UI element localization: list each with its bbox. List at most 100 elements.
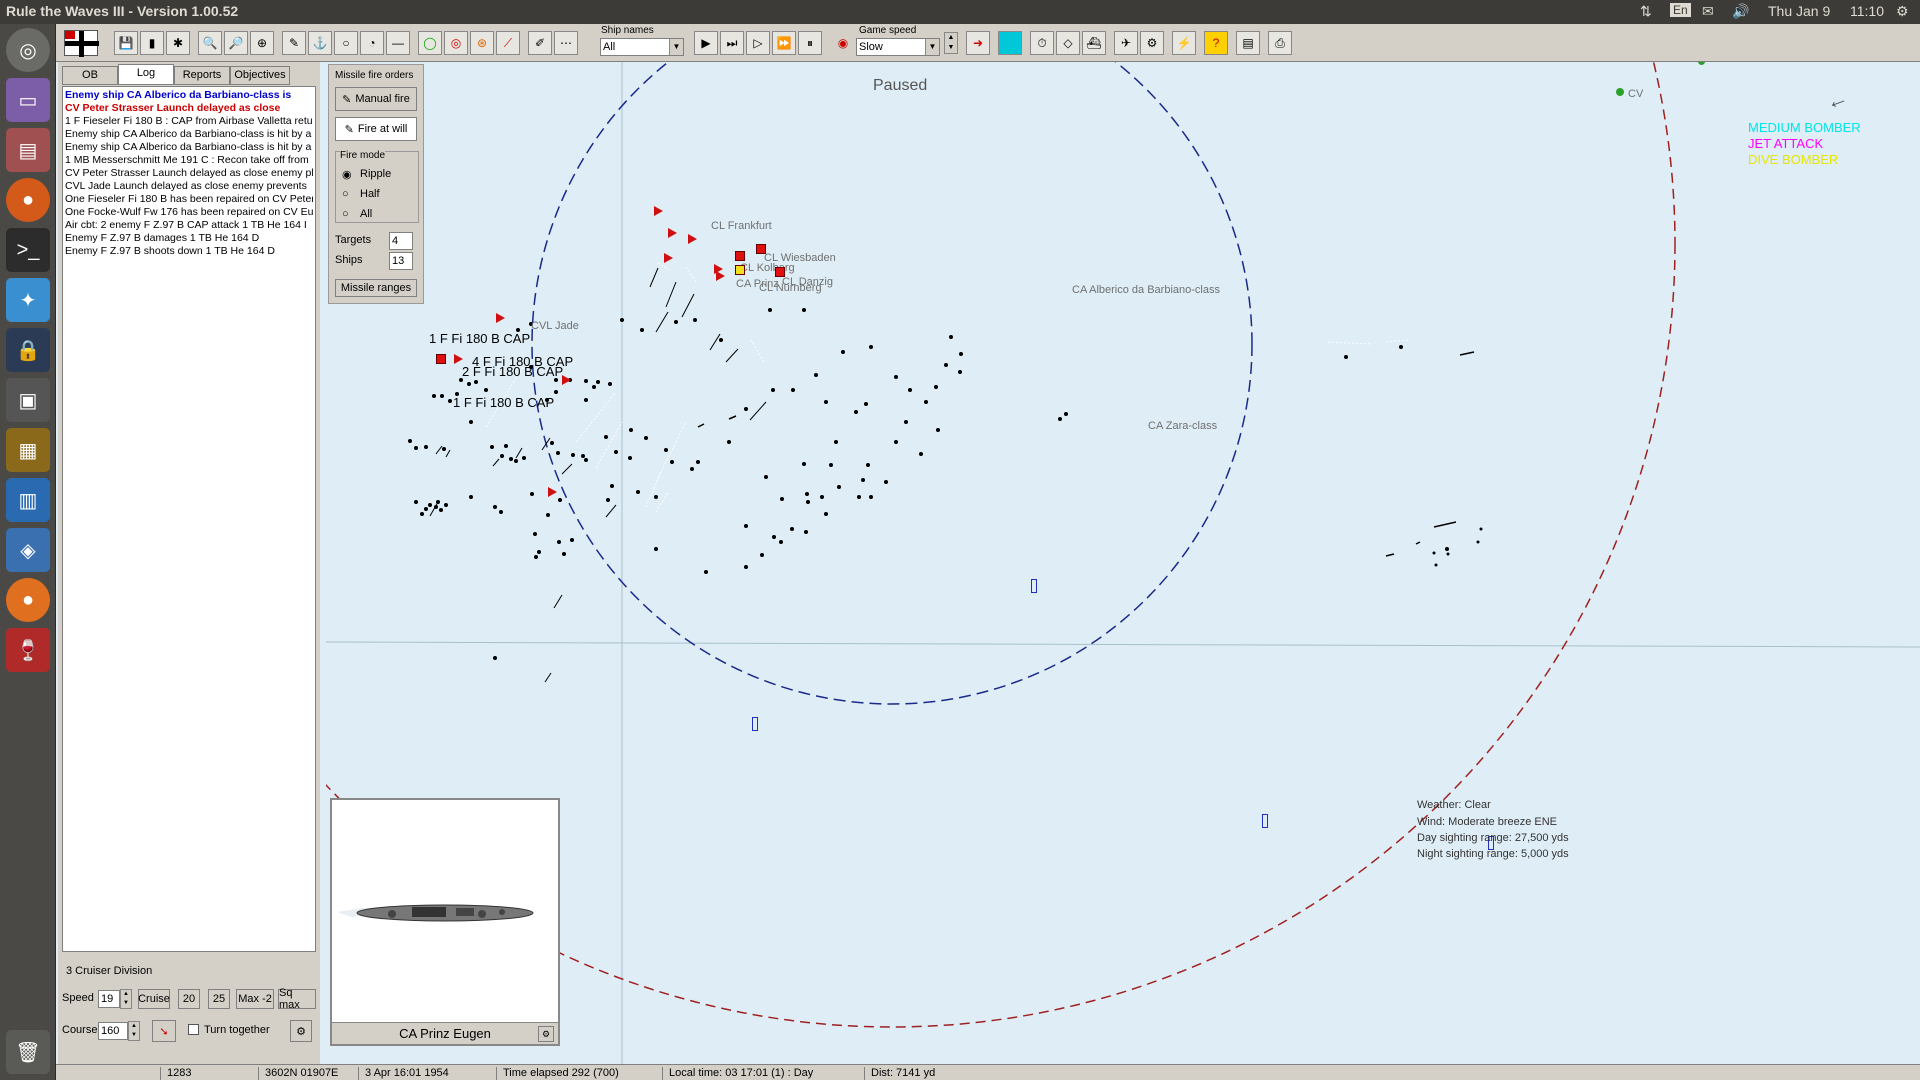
cv-contact-marker[interactable] bbox=[1616, 88, 1624, 96]
game-speed-select[interactable]: Slow ▼ bbox=[856, 38, 940, 56]
report-icon[interactable]: ▤ bbox=[1236, 31, 1260, 55]
document-viewer-icon[interactable]: ▥ bbox=[6, 478, 50, 522]
submarine-contact-marker[interactable] bbox=[752, 717, 758, 731]
fire-at-will-button[interactable]: ✎ Fire at will bbox=[335, 117, 417, 141]
flag-marker[interactable] bbox=[454, 354, 463, 364]
tab-ob[interactable]: OB bbox=[62, 66, 118, 85]
pen-tool-icon[interactable]: ✐ bbox=[528, 31, 552, 55]
cl-frankfurt-label[interactable]: CL Frankfurt bbox=[711, 220, 772, 232]
ca-prinz-label[interactable]: CA Prinz bbox=[736, 278, 779, 290]
tab-objectives[interactable]: Objectives bbox=[230, 66, 290, 85]
sq-max-button[interactable]: Sq max bbox=[278, 987, 316, 1011]
mail-icon[interactable]: ✉ bbox=[1702, 3, 1714, 20]
windows-app-icon[interactable]: ✦ bbox=[6, 278, 50, 322]
circle-tool-icon[interactable]: ○ bbox=[334, 31, 358, 55]
play-icon[interactable]: ▷ bbox=[746, 31, 770, 55]
ship-square-marker[interactable] bbox=[735, 251, 745, 261]
cruise-button[interactable]: Cruise bbox=[138, 989, 170, 1009]
help-icon[interactable]: ? bbox=[1204, 31, 1228, 55]
clock[interactable]: 11:10 bbox=[1850, 3, 1884, 19]
step-forward-icon[interactable]: ▶ bbox=[694, 31, 718, 55]
tactical-map[interactable]: Paused MEDIUM BOMBER JET ATTACK DIVE BOM… bbox=[326, 62, 1920, 1066]
flag-marker[interactable] bbox=[664, 253, 673, 263]
cl-kolberg-label[interactable]: CL Kolberg bbox=[740, 262, 795, 274]
air-cap-label[interactable]: 2 F Fi 180 B CAP bbox=[462, 364, 563, 379]
air-cap-label[interactable]: 1 F Fi 180 B CAP bbox=[429, 331, 530, 346]
ripple-radio[interactable]: ◉ bbox=[342, 168, 352, 181]
dotted-line-icon[interactable]: ⋯ bbox=[554, 31, 578, 55]
firefox-alt-icon[interactable]: ● bbox=[6, 578, 50, 622]
zoom-fit-icon[interactable]: ⊕ bbox=[250, 31, 274, 55]
hazard-range-icon[interactable]: ⊛ bbox=[470, 31, 494, 55]
trash-icon[interactable]: 🗑 bbox=[6, 1030, 50, 1074]
max-speed-button[interactable]: Max -2 bbox=[236, 989, 274, 1009]
virtualbox-icon[interactable]: ◈ bbox=[6, 528, 50, 572]
window-manager-icon[interactable]: ▣ bbox=[6, 378, 50, 422]
manual-fire-button[interactable]: ✎ Manual fire bbox=[335, 87, 417, 111]
speed-input[interactable]: 19 bbox=[98, 990, 120, 1008]
settings-icon[interactable]: ✱ bbox=[166, 31, 190, 55]
missile-ranges-button[interactable]: Missile ranges bbox=[335, 279, 417, 297]
preview-gear-icon[interactable]: ⚙ bbox=[538, 1026, 554, 1042]
flag-marker[interactable] bbox=[496, 313, 505, 323]
flag-marker[interactable] bbox=[716, 271, 725, 281]
timer-icon[interactable]: ◔ bbox=[360, 31, 384, 55]
wine-icon[interactable]: 🍷 bbox=[6, 628, 50, 672]
speed-spinner[interactable]: ▲ ▼ bbox=[944, 32, 958, 54]
lightning-icon[interactable]: ⚡ bbox=[1172, 31, 1196, 55]
green-range-icon[interactable]: ◯ bbox=[418, 31, 442, 55]
arrow-right-icon[interactable]: ➜ bbox=[966, 31, 990, 55]
draw-course-icon[interactable]: ✎ bbox=[282, 31, 306, 55]
dash-home-icon[interactable]: ◎ bbox=[6, 28, 50, 72]
keyboard-layout[interactable]: En bbox=[1670, 3, 1691, 17]
air-icon[interactable]: ✈ bbox=[1114, 31, 1138, 55]
course-input[interactable]: 160 bbox=[98, 1022, 128, 1040]
submarine-contact-marker[interactable] bbox=[1262, 814, 1268, 828]
flag-marker[interactable] bbox=[548, 487, 557, 497]
ship-square-marker[interactable] bbox=[436, 354, 446, 364]
selected-ship-marker[interactable] bbox=[735, 265, 745, 275]
formation-gear-icon[interactable]: ⚙ bbox=[290, 1020, 312, 1042]
ship-names-select[interactable]: All ▼ bbox=[600, 38, 684, 56]
half-radio[interactable]: ○ bbox=[342, 188, 349, 200]
cvl-jade-label[interactable]: CVL Jade bbox=[531, 320, 579, 332]
volume-icon[interactable]: 🔊 bbox=[1732, 3, 1749, 20]
air-settings-icon[interactable]: ⚙ bbox=[1140, 31, 1164, 55]
zoom-in-icon[interactable]: 🔍 bbox=[198, 31, 222, 55]
red-range-icon[interactable]: ◎ bbox=[444, 31, 468, 55]
pause-icon[interactable]: ⏸ bbox=[798, 31, 822, 55]
set-course-arrow-icon[interactable]: ➘ bbox=[152, 1020, 176, 1042]
stopwatch-icon[interactable]: ⏱ bbox=[1030, 31, 1054, 55]
date-display[interactable]: Thu Jan 9 bbox=[1768, 3, 1830, 19]
ship-square-marker[interactable] bbox=[756, 244, 766, 254]
target-icon[interactable]: ◉ bbox=[834, 34, 852, 52]
print-icon[interactable]: ⎙ bbox=[1268, 31, 1292, 55]
notes-icon[interactable]: ▮ bbox=[140, 31, 164, 55]
tab-reports[interactable]: Reports bbox=[174, 66, 230, 85]
submarine-contact-marker[interactable] bbox=[1031, 579, 1037, 593]
speed-20-button[interactable]: 20 bbox=[178, 989, 200, 1009]
flag-marker[interactable] bbox=[562, 375, 571, 385]
flag-marker[interactable] bbox=[688, 234, 697, 244]
flag-marker[interactable] bbox=[654, 206, 663, 216]
enemy-ca-zara-label[interactable]: CA Zara-class bbox=[1148, 420, 1217, 432]
course-spinner[interactable]: ▲ ▼ bbox=[128, 1021, 140, 1041]
speed-spinner[interactable]: ▲ ▼ bbox=[120, 989, 132, 1009]
fast-forward-icon[interactable]: ⏩ bbox=[772, 31, 796, 55]
speed-25-button[interactable]: 25 bbox=[208, 989, 230, 1009]
app-window-icon[interactable]: ▭ bbox=[6, 78, 50, 122]
eraser-icon[interactable]: ◇ bbox=[1056, 31, 1080, 55]
firefox-icon[interactable]: ● bbox=[6, 178, 50, 222]
tab-log[interactable]: Log bbox=[118, 64, 174, 85]
dosbox-icon[interactable]: ▦ bbox=[6, 428, 50, 472]
sea-view-icon[interactable] bbox=[998, 31, 1022, 55]
files-icon[interactable]: ▤ bbox=[6, 128, 50, 172]
turn-together-checkbox[interactable] bbox=[188, 1024, 199, 1035]
ship-icon[interactable]: ⛴ bbox=[1082, 31, 1106, 55]
event-log[interactable]: Enemy ship CA Alberico da Barbiano-class… bbox=[62, 86, 316, 952]
flag-marker[interactable] bbox=[668, 228, 677, 238]
skip-icon[interactable]: ⏭ bbox=[720, 31, 744, 55]
save-icon[interactable]: 💾 bbox=[114, 31, 138, 55]
air-cap-label[interactable]: 1 F Fi 180 B CAP bbox=[453, 395, 554, 410]
terminal-icon[interactable]: >_ bbox=[6, 228, 50, 272]
